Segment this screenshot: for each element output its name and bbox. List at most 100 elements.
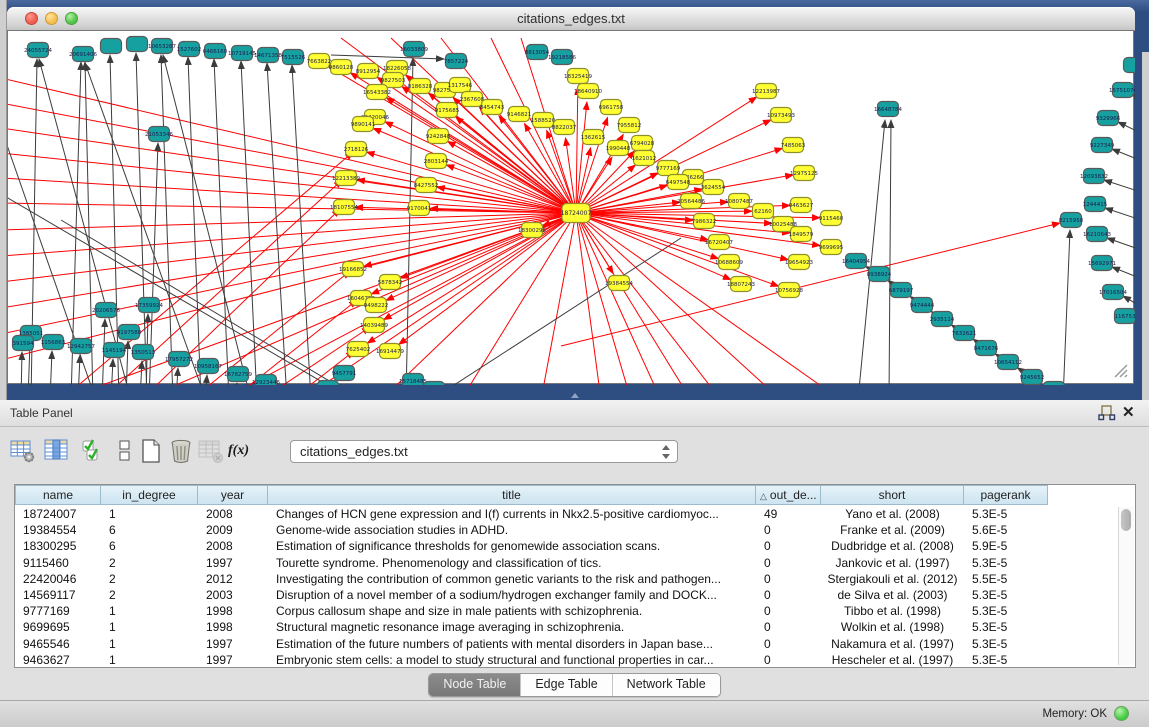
graph-node[interactable]: 20206576 — [92, 303, 120, 318]
column-header-year[interactable]: year — [198, 485, 268, 505]
graph-node[interactable]: 1362615 — [581, 130, 606, 145]
select-all-icon[interactable] — [80, 438, 106, 464]
graph-node[interactable]: 16914479 — [376, 344, 404, 359]
graph-node[interactable]: 9242848 — [426, 129, 451, 144]
graph-node[interactable]: 1849579 — [789, 227, 814, 242]
graph-node[interactable]: 1244415 — [1083, 197, 1108, 212]
table-row[interactable]: 911546021997Tourette syndrome. Phenomeno… — [15, 555, 1115, 571]
graph-node[interactable]: 10958167 — [194, 359, 222, 374]
graph-node[interactable]: 9457791 — [332, 366, 357, 381]
graph-node[interactable]: 9175685 — [435, 103, 460, 118]
show-column-icon[interactable] — [44, 438, 70, 464]
tab-node-table[interactable]: Node Table — [429, 674, 521, 696]
table-select-combobox[interactable]: citations_edges.txt — [290, 440, 678, 463]
graph-node[interactable]: 116753 — [1115, 309, 1136, 324]
graph-node[interactable]: 7663822 — [307, 54, 332, 69]
table-row[interactable]: 969969511998Structural magnetic resonanc… — [15, 619, 1115, 635]
graph-node[interactable]: 8215958 — [1059, 213, 1084, 228]
function-icon[interactable]: f(x) — [228, 438, 258, 464]
table-row[interactable]: 1872400712008Changes of HCN gene express… — [15, 506, 1115, 522]
graph-node[interactable]: 19654923 — [785, 255, 813, 270]
graph-node[interactable]: 3624554 — [701, 180, 726, 195]
graph-node[interactable]: 8454743 — [480, 100, 505, 115]
graph-node[interactable]: 17359924 — [135, 298, 163, 313]
graph-node[interactable]: 9699695 — [819, 240, 844, 255]
graph-node[interactable]: 8938924 — [867, 267, 892, 282]
graph-node[interactable]: 18724007 — [561, 204, 592, 223]
graph-node[interactable]: 18640910 — [574, 84, 602, 99]
graph-node[interactable]: 10756928 — [775, 283, 803, 298]
graph-node[interactable]: 17957272 — [165, 352, 193, 367]
graph-node[interactable]: 8822037 — [552, 120, 577, 135]
graph-node[interactable]: 12942757 — [67, 339, 95, 354]
graph-node[interactable]: 9170041 — [407, 201, 432, 216]
graph-node[interactable]: 10973493 — [767, 108, 795, 123]
graph-node[interactable]: 18300295 — [518, 223, 546, 238]
graph-node[interactable] — [1124, 58, 1136, 73]
graph-node[interactable]: 20564486 — [677, 194, 705, 209]
graph-node[interactable]: 9463627 — [789, 198, 814, 213]
column-header-short[interactable]: short — [821, 485, 964, 505]
graph-node[interactable]: 18107554 — [330, 200, 358, 215]
graph-node[interactable]: 9227349 — [1090, 138, 1115, 153]
column-header-title[interactable]: title — [268, 485, 756, 505]
graph-node[interactable]: 9245652 — [1020, 370, 1045, 385]
graph-node[interactable]: 19384554 — [605, 276, 633, 291]
graph-node[interactable]: 16404954 — [842, 254, 870, 269]
graph-node[interactable]: 7485063 — [781, 138, 806, 153]
graph-node[interactable]: 2935114 — [930, 312, 955, 327]
table-row[interactable]: 1830029562008Estimation of significance … — [15, 538, 1115, 554]
graph-node[interactable]: 18325419 — [564, 69, 592, 84]
graph-node[interactable]: 19218586 — [548, 50, 576, 65]
column-header-name[interactable]: name — [15, 485, 101, 505]
graph-node[interactable]: 10807487 — [725, 194, 753, 209]
graph-node[interactable]: 1621012 — [632, 151, 657, 166]
graph-node[interactable]: 8912954 — [356, 64, 381, 79]
graph-node[interactable]: 19166852 — [339, 262, 367, 277]
graph-node[interactable]: 6497548 — [666, 175, 691, 190]
graph-node[interactable]: 1317546 — [448, 78, 473, 93]
graph-node[interactable]: 9146821 — [507, 107, 532, 122]
graph-node[interactable] — [101, 39, 122, 54]
delete-rows-icon[interactable] — [168, 438, 194, 464]
graph-node[interactable]: 1350513 — [131, 345, 156, 360]
graph-node[interactable]: 8813054 — [525, 45, 550, 60]
column-header-in_degree[interactable]: in_degree — [101, 485, 198, 505]
graph-node[interactable]: 24055724 — [24, 43, 52, 58]
graph-node[interactable]: 1527602 — [177, 42, 202, 57]
graph-node[interactable]: 9498222 — [364, 298, 389, 313]
graph-node[interactable]: 16648784 — [874, 102, 902, 117]
graph-node[interactable]: 7625402 — [346, 342, 371, 357]
graph-node[interactable]: 62160 — [753, 204, 774, 219]
graph-node[interactable]: 1156863 — [41, 335, 66, 350]
graph-node[interactable]: 12213987 — [752, 84, 780, 99]
graph-node[interactable]: 21053346 — [145, 127, 173, 142]
graph-node[interactable]: 6879197 — [889, 283, 914, 298]
graph-node[interactable]: 10653287 — [148, 39, 176, 54]
graph-node[interactable]: 18807243 — [727, 277, 755, 292]
tab-edge-table[interactable]: Edge Table — [521, 674, 612, 696]
tab-network-table[interactable]: Network Table — [613, 674, 720, 696]
graph-node[interactable]: 9329966 — [1096, 111, 1121, 126]
graph-node[interactable]: 9890141 — [351, 117, 376, 132]
table-row[interactable]: 977716911998Corpus callosum shape and si… — [15, 603, 1115, 619]
table-row[interactable]: 946554611997Estimation of the future num… — [15, 636, 1115, 652]
graph-node[interactable]: 6466160 — [203, 44, 228, 59]
table-row[interactable]: 2242004622012Investigating the contribut… — [15, 571, 1115, 587]
close-panel-icon[interactable]: ✕ — [1122, 403, 1138, 421]
graph-node[interactable]: 7986322 — [692, 214, 717, 229]
graph-node[interactable]: 9474444 — [910, 298, 935, 313]
graph-node[interactable]: 12975125 — [790, 166, 818, 181]
new-table-icon[interactable] — [138, 438, 164, 464]
panel-splitter-handle[interactable] — [563, 392, 585, 399]
graph-node[interactable]: 16210643 — [1083, 227, 1111, 242]
graph-node[interactable]: 15692971 — [1088, 256, 1116, 271]
graph-node[interactable]: 7955812 — [617, 118, 642, 133]
graph-node[interactable]: 9197588 — [117, 325, 142, 340]
graph-node[interactable]: 9860128 — [329, 60, 354, 75]
graph-node[interactable]: 9115460 — [819, 211, 844, 226]
graph-node[interactable]: 7857224 — [444, 54, 469, 69]
graph-node[interactable]: 391594 — [13, 336, 34, 351]
graph-node[interactable]: 7632621 — [952, 326, 977, 341]
graph-node[interactable]: 2718126 — [344, 142, 369, 157]
